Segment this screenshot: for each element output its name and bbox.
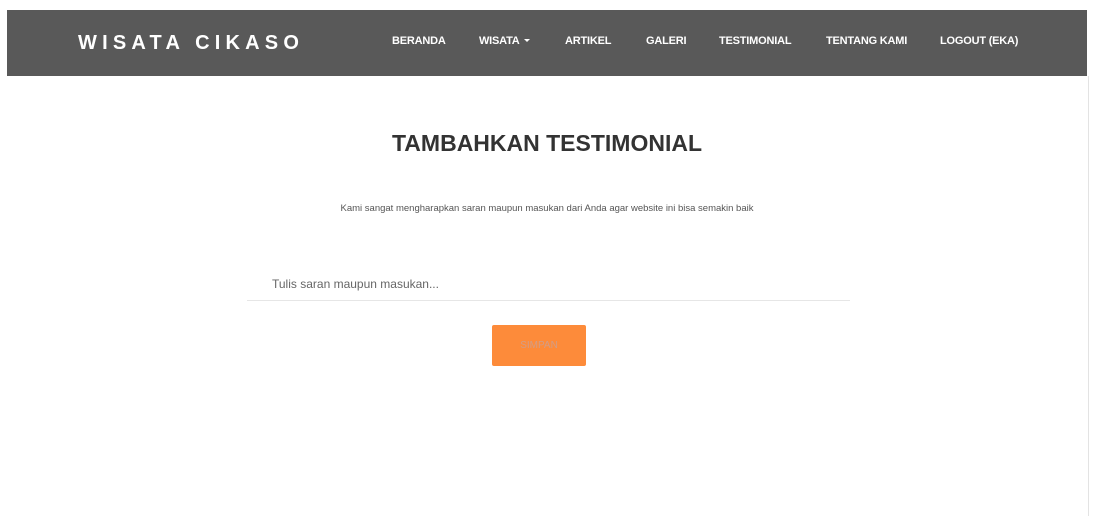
nav-item-beranda[interactable]: BERANDA	[392, 34, 446, 48]
page-subtitle: Kami sangat mengharapkan saran maupun ma…	[340, 203, 754, 214]
nav-item-testimonial[interactable]: TESTIMONIAL	[719, 34, 792, 48]
nav-item-tentang-kami[interactable]: TENTANG KAMI	[826, 34, 907, 48]
nav-item-logout[interactable]: LOGOUT (EKA)	[940, 34, 1018, 48]
brand-logo[interactable]: WISATA CIKASO	[78, 32, 304, 54]
testimonial-field-container	[247, 268, 850, 301]
nav-item-galeri[interactable]: GALERI	[646, 34, 687, 48]
nav-item-wisata-label: WISATA	[479, 35, 520, 47]
nav-item-artikel[interactable]: ARTIKEL	[565, 34, 611, 48]
page-title: TAMBAHKAN TESTIMONIAL	[391, 130, 703, 156]
save-button[interactable]: SIMPAN	[492, 325, 586, 366]
caret-down-icon	[523, 39, 530, 42]
top-navbar: WISATA CIKASO BERANDA WISATA ARTIKEL GAL…	[7, 10, 1087, 76]
testimonial-input[interactable]	[247, 268, 850, 300]
nav-item-wisata[interactable]: WISATA	[479, 34, 530, 48]
